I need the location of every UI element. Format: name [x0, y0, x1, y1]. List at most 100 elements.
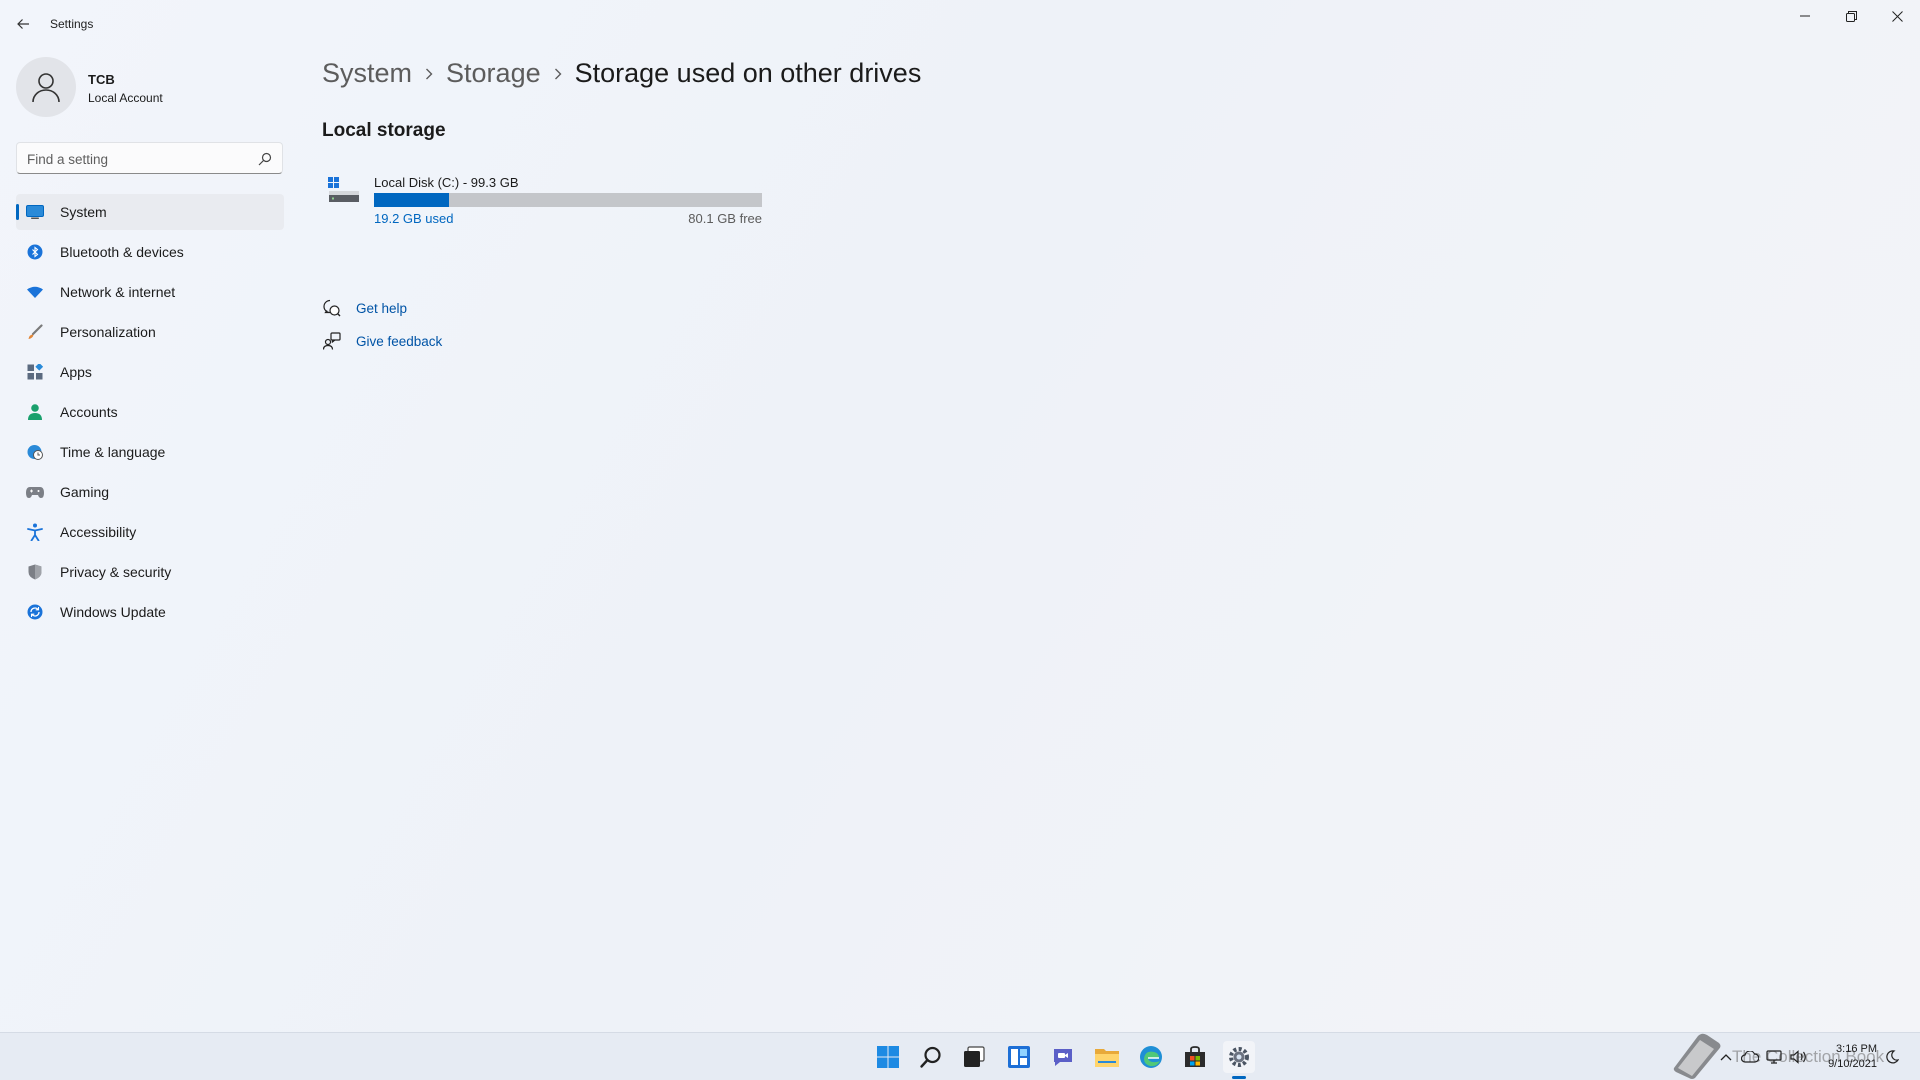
- cloud-icon: [1741, 1051, 1759, 1063]
- wifi-icon: [26, 283, 44, 301]
- book-logo-icon: [1673, 1033, 1721, 1079]
- sidebar-item-label: Time & language: [60, 444, 166, 460]
- minimize-icon: [1800, 15, 1810, 17]
- sidebar-item-system[interactable]: System: [16, 194, 284, 230]
- chevron-right-icon: [541, 64, 575, 84]
- drive-name: Local Disk (C:) - 99.3 GB: [374, 175, 519, 190]
- sidebar-item-label: Accessibility: [60, 524, 137, 540]
- sidebar-item-personalization[interactable]: Personalization: [16, 314, 284, 350]
- search-box: [16, 142, 283, 174]
- search-input[interactable]: [27, 149, 247, 169]
- start-icon: [877, 1046, 899, 1068]
- drive-item-c[interactable]: Local Disk (C:) - 99.3 GB 19.2 GB used 8…: [322, 172, 772, 232]
- sidebar-item-label: Apps: [60, 364, 92, 380]
- section-title: Local storage: [322, 120, 446, 141]
- sidebar-item-label: Personalization: [60, 324, 156, 340]
- sidebar-item-accounts[interactable]: Accounts: [16, 394, 284, 430]
- search-icon[interactable]: [258, 152, 272, 166]
- sidebar-item-label: Gaming: [60, 484, 110, 500]
- sidebar-item-label: Accounts: [60, 404, 118, 420]
- clock-date: 9/10/2021: [1828, 1058, 1877, 1070]
- store-button[interactable]: [1179, 1041, 1211, 1073]
- settings-button[interactable]: [1223, 1041, 1255, 1073]
- notifications-button[interactable]: [1882, 1047, 1902, 1067]
- task-view-button[interactable]: [958, 1041, 990, 1073]
- app-title: Settings: [50, 17, 94, 31]
- moon-icon: [1886, 1050, 1899, 1064]
- feedback-icon: [322, 331, 342, 351]
- sidebar-item-apps[interactable]: Apps: [16, 354, 284, 390]
- chat-icon: [1054, 1049, 1072, 1066]
- chevron-right-icon: [412, 64, 446, 84]
- page-title: Storage used on other drives: [574, 58, 922, 88]
- clock-time: 3:16 PM: [1836, 1043, 1877, 1055]
- close-icon: [1891, 10, 1903, 22]
- drive-usage-fill: [374, 193, 449, 207]
- drive-free-label: 80.1 GB free: [688, 211, 762, 226]
- file-explorer-icon: [1095, 1049, 1119, 1067]
- drive-used-label: 19.2 GB used: [374, 211, 454, 226]
- chat-button[interactable]: [1047, 1041, 1079, 1073]
- minimize-button[interactable]: [1782, 0, 1828, 32]
- help-chat-icon: [322, 298, 342, 318]
- sidebar-item-gaming[interactable]: Gaming: [16, 474, 284, 510]
- breadcrumb-storage[interactable]: Storage: [446, 58, 541, 89]
- widgets-button[interactable]: [1003, 1041, 1035, 1073]
- speaker-icon: [1790, 1050, 1806, 1064]
- active-app-indicator: [1232, 1076, 1246, 1079]
- breadcrumb-system[interactable]: System: [322, 58, 412, 89]
- get-help-label: Get help: [356, 300, 408, 316]
- network-monitor-icon: [1766, 1050, 1782, 1064]
- sidebar-item-label: Bluetooth & devices: [60, 244, 184, 260]
- taskbar-search-button[interactable]: [915, 1041, 947, 1073]
- update-icon: [26, 603, 44, 621]
- brush-icon: [26, 323, 44, 341]
- taskbar-clock[interactable]: 3:16 PM 9/10/2021: [1815, 1042, 1877, 1072]
- network-tray-button[interactable]: [1765, 1047, 1785, 1067]
- sidebar-item-bluetooth[interactable]: Bluetooth & devices: [16, 234, 284, 270]
- sidebar-item-label: Privacy & security: [60, 564, 172, 580]
- arrow-left-icon: [17, 19, 29, 29]
- sidebar-item-label: System: [60, 204, 107, 220]
- give-feedback-label: Give feedback: [356, 333, 443, 349]
- accessibility-icon: [26, 523, 44, 541]
- sidebar-item-accessibility[interactable]: Accessibility: [16, 514, 284, 550]
- profile-name: TCB: [88, 72, 115, 87]
- start-button[interactable]: [872, 1041, 904, 1073]
- sidebar-item-network[interactable]: Network & internet: [16, 274, 284, 310]
- sidebar-item-label: Network & internet: [60, 284, 176, 300]
- globe-clock-icon: [26, 443, 44, 461]
- volume-tray-button[interactable]: [1789, 1047, 1809, 1067]
- user-profile[interactable]: TCB Local Account: [16, 57, 286, 117]
- close-button[interactable]: [1874, 0, 1920, 32]
- restore-button[interactable]: [1828, 0, 1874, 32]
- drive-icon: [328, 177, 359, 202]
- title-bar: Settings: [0, 0, 1920, 48]
- monitor-icon: [26, 203, 44, 221]
- shield-icon: [26, 563, 44, 581]
- search-icon: [920, 1046, 941, 1068]
- sidebar-item-time-language[interactable]: Time & language: [16, 434, 284, 470]
- sidebar-item-privacy-security[interactable]: Privacy & security: [16, 554, 284, 590]
- edge-button[interactable]: [1135, 1041, 1167, 1073]
- taskbar: The Collection Book 3:16 PM 9/10/2021: [0, 1032, 1920, 1080]
- person-icon: [26, 403, 44, 421]
- file-explorer-button[interactable]: [1091, 1041, 1123, 1073]
- restore-icon: [1845, 10, 1857, 22]
- breadcrumb: System Storage Storage used on other dri…: [322, 58, 921, 89]
- sidebar-item-windows-update[interactable]: Windows Update: [16, 594, 284, 630]
- give-feedback-link[interactable]: Give feedback: [322, 331, 442, 351]
- get-help-link[interactable]: Get help: [322, 298, 407, 318]
- person-outline-icon: [32, 73, 60, 103]
- bluetooth-icon: [26, 243, 44, 261]
- task-view-icon: [964, 1046, 985, 1067]
- profile-account-type: Local Account: [88, 91, 163, 105]
- settings-icon: [1229, 1047, 1249, 1067]
- onedrive-button[interactable]: [1740, 1047, 1760, 1067]
- back-button[interactable]: [10, 11, 36, 37]
- sidebar-item-label: Windows Update: [60, 604, 166, 620]
- store-icon: [1185, 1046, 1205, 1067]
- widgets-icon: [1008, 1046, 1030, 1068]
- gamepad-icon: [26, 483, 44, 501]
- sidebar-nav: System Bluetooth & devices Network & int…: [16, 194, 284, 634]
